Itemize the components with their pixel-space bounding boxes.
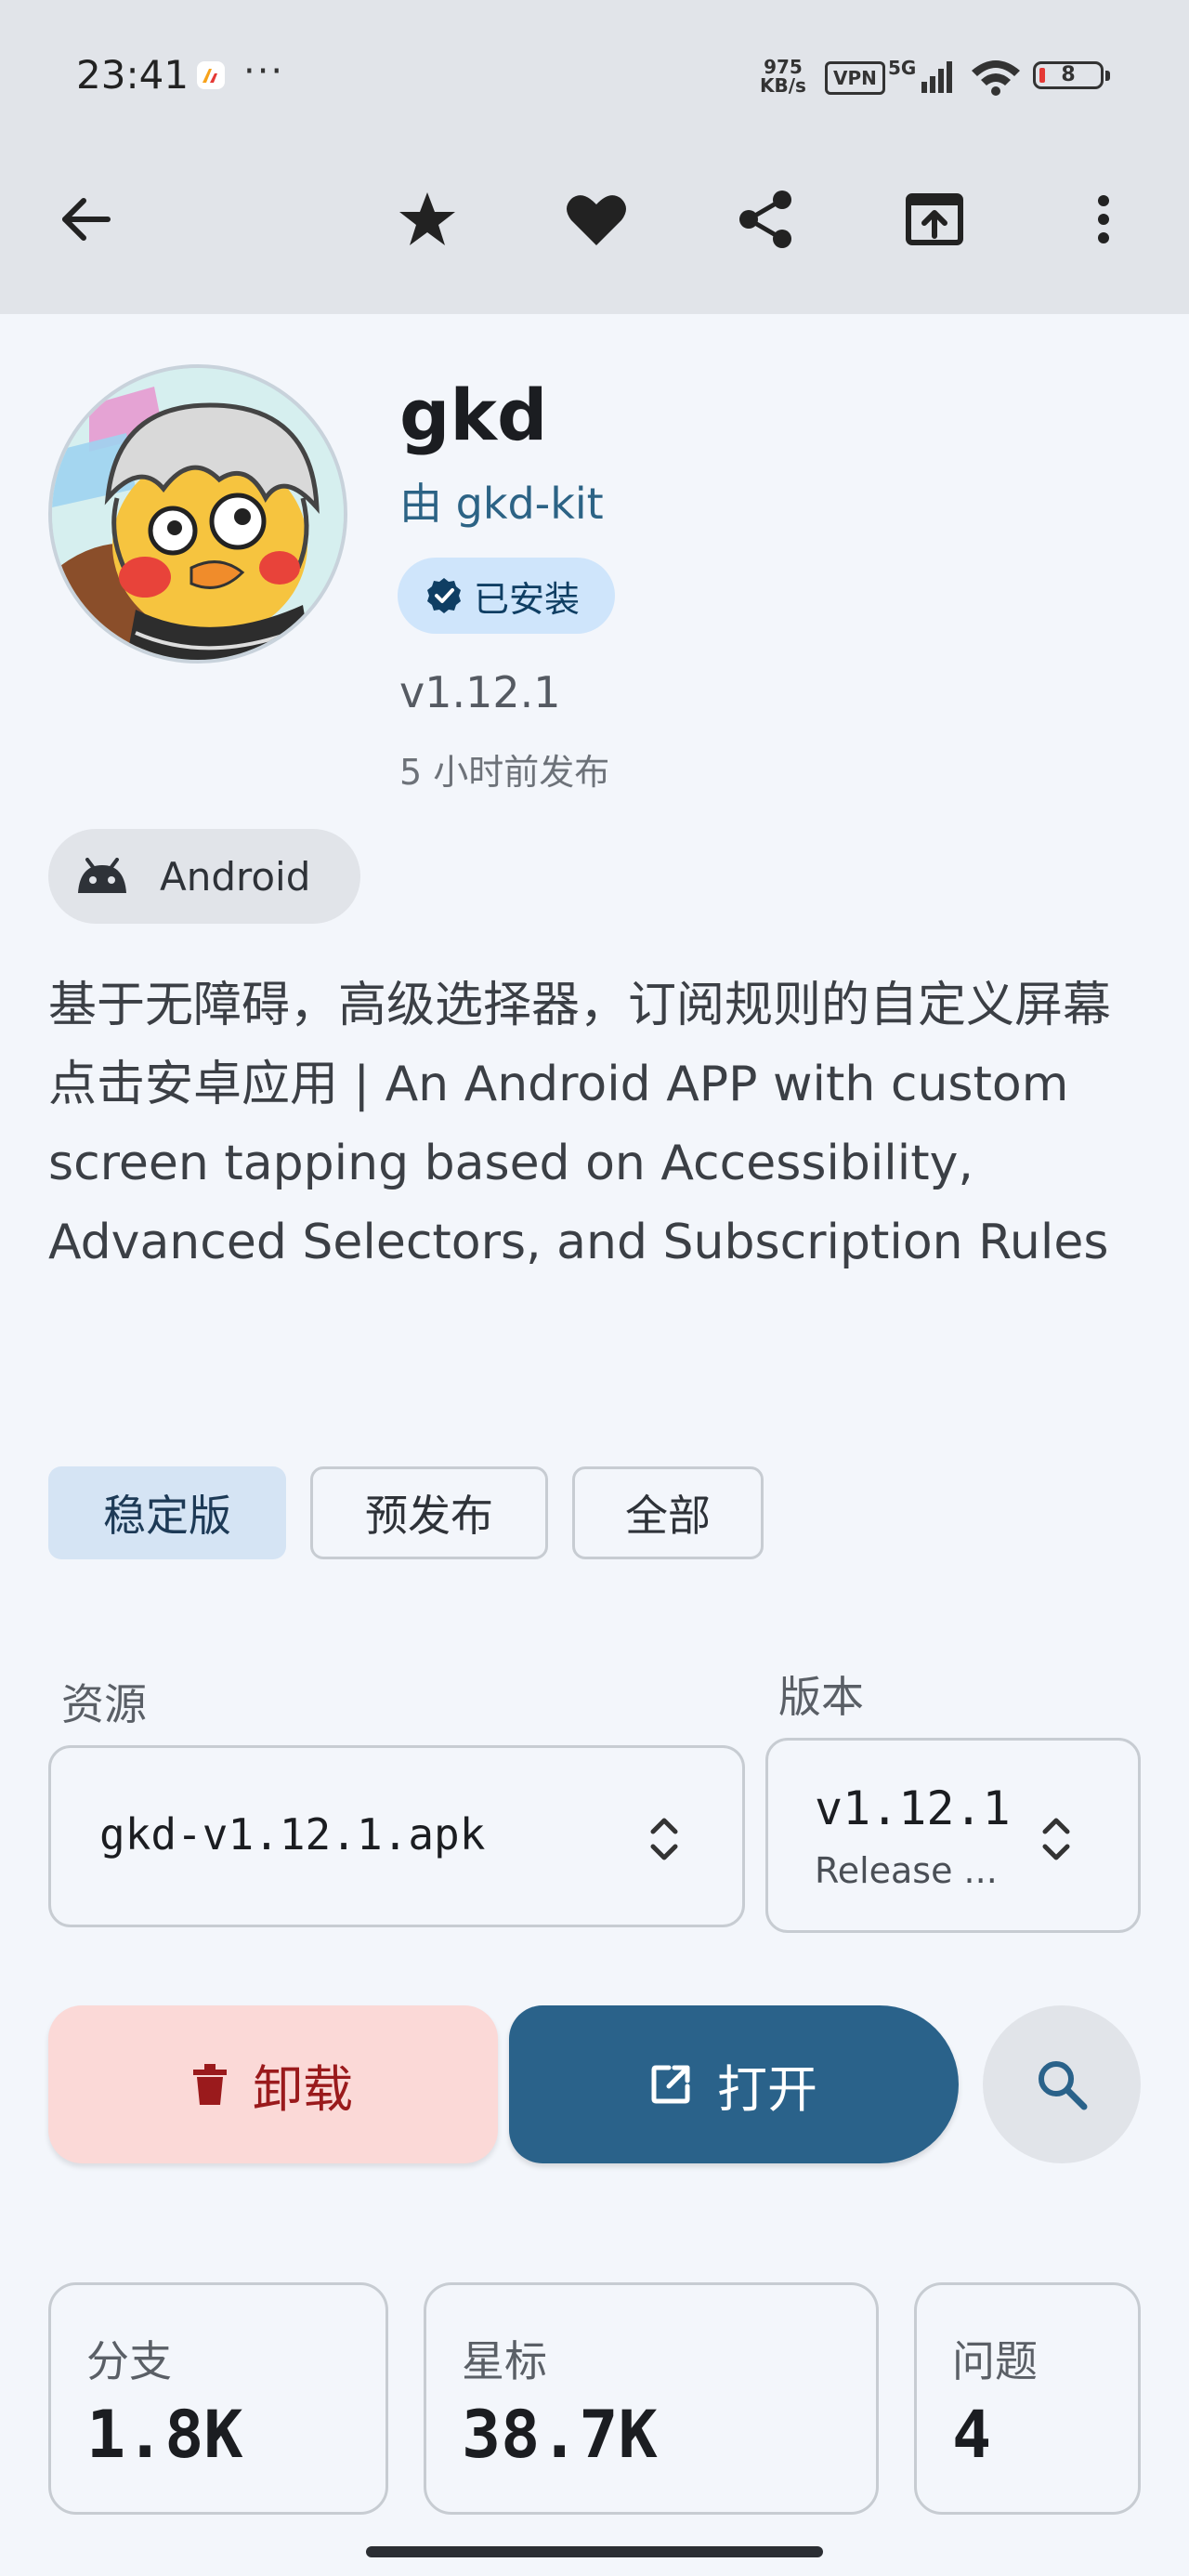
installed-badge: 已安装 <box>398 558 615 634</box>
stat-value: 4 <box>952 2397 992 2473</box>
version-value: v1.12.1 <box>815 1781 1011 1835</box>
platform-chip: Android <box>48 829 360 924</box>
app-avatar-image <box>52 368 344 660</box>
source-value: gkd-v1.12.1.apk <box>99 1809 486 1860</box>
home-gesture-bar[interactable] <box>366 2546 823 2557</box>
vpn-badge: VPN <box>825 61 885 95</box>
top-app-bar: 23:41 ··· 975 KB/s VPN 5G 8 <box>0 0 1189 314</box>
version-subtitle: Release ... <box>815 1850 998 1891</box>
source-label: 资源 <box>61 1679 147 1729</box>
app-name: gkd <box>399 374 548 456</box>
filter-chip-all[interactable]: 全部 <box>572 1466 764 1559</box>
network-speed-value: 975 <box>764 56 803 78</box>
version-selector[interactable]: v1.12.1 Release ... <box>765 1738 1141 1933</box>
app-avatar <box>48 364 347 664</box>
notification-app-icon <box>197 61 225 89</box>
more-notifications-icon: ··· <box>243 50 285 93</box>
app-version: v1.12.1 <box>399 667 561 717</box>
installed-badge-label: 已安装 <box>474 578 581 620</box>
app-description: 基于无障碍，高级选择器，订阅规则的自定义屏幕点击安卓应用 | An Androi… <box>48 978 1112 1270</box>
stat-card-stars[interactable]: 星标 38.7K <box>424 2282 879 2515</box>
stat-label: 问题 <box>952 2336 1038 2386</box>
open-label: 打开 <box>717 2059 817 2119</box>
source-selector[interactable]: gkd-v1.12.1.apk <box>48 1745 745 1927</box>
heart-icon[interactable] <box>563 186 630 253</box>
stat-card-issues[interactable]: 问题 4 <box>914 2282 1141 2515</box>
cellular-signal-icon: 5G <box>888 56 960 100</box>
stat-value: 1.8K <box>86 2397 243 2473</box>
verified-check-icon <box>427 578 461 613</box>
unfold-icon <box>1042 1818 1070 1860</box>
network-speed: 975 KB/s <box>760 58 806 95</box>
filter-chip-stable[interactable]: 稳定版 <box>48 1466 286 1559</box>
stat-label: 分支 <box>86 2336 172 2386</box>
more-vert-icon[interactable] <box>1070 186 1137 253</box>
unfold-icon <box>650 1818 678 1860</box>
uninstall-label: 卸载 <box>253 2059 353 2119</box>
back-arrow-icon[interactable] <box>52 186 119 253</box>
network-speed-unit: KB/s <box>760 74 806 97</box>
share-icon[interactable] <box>732 186 799 253</box>
battery-icon: 8 <box>1033 61 1110 89</box>
open-in-browser-icon[interactable] <box>901 186 968 253</box>
open-button[interactable]: 打开 <box>509 2005 959 2163</box>
stat-label: 星标 <box>462 2336 547 2386</box>
status-bar: 23:41 ··· 975 KB/s VPN 5G 8 <box>0 0 1189 158</box>
wifi-icon <box>968 58 1024 100</box>
stat-value: 38.7K <box>462 2397 658 2473</box>
search-button[interactable] <box>983 2005 1141 2163</box>
battery-percent: 8 <box>1061 63 1076 86</box>
open-in-new-icon <box>651 2065 690 2104</box>
status-time: 23:41 <box>76 52 189 98</box>
stat-card-forks[interactable]: 分支 1.8K <box>48 2282 388 2515</box>
star-icon[interactable] <box>394 186 461 253</box>
network-type-label: 5G <box>888 57 916 79</box>
battery-cap <box>1105 71 1110 81</box>
version-label: 版本 <box>778 1672 864 1722</box>
published-time: 5 小时前发布 <box>399 752 610 793</box>
app-author-link[interactable]: 由 gkd-kit <box>399 470 604 532</box>
android-icon <box>78 858 126 893</box>
search-icon <box>1039 2061 1088 2110</box>
delete-icon <box>193 2064 227 2105</box>
platform-label: Android <box>160 853 311 900</box>
uninstall-button[interactable]: 卸载 <box>48 2005 498 2163</box>
filter-chip-prerelease[interactable]: 预发布 <box>310 1466 548 1559</box>
